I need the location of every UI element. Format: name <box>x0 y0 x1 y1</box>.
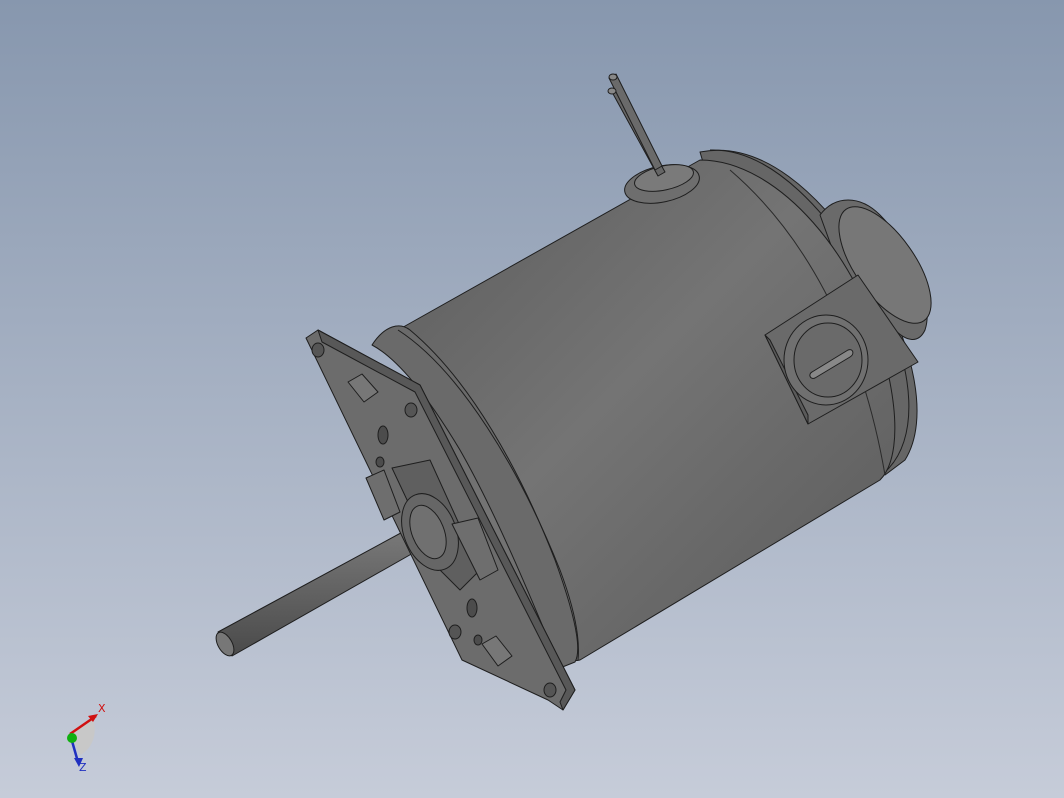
triad-z-label: Z <box>79 761 87 774</box>
flange-hole <box>311 342 325 358</box>
model-canvas[interactable]: X Z <box>0 0 1064 798</box>
flange-hole <box>448 624 462 640</box>
triad-y-axis <box>67 733 77 743</box>
flange-hole <box>404 402 418 418</box>
flange-hole <box>543 682 557 698</box>
3d-viewport[interactable]: X Z <box>0 0 1064 798</box>
triad-x-label: X <box>98 702 106 715</box>
